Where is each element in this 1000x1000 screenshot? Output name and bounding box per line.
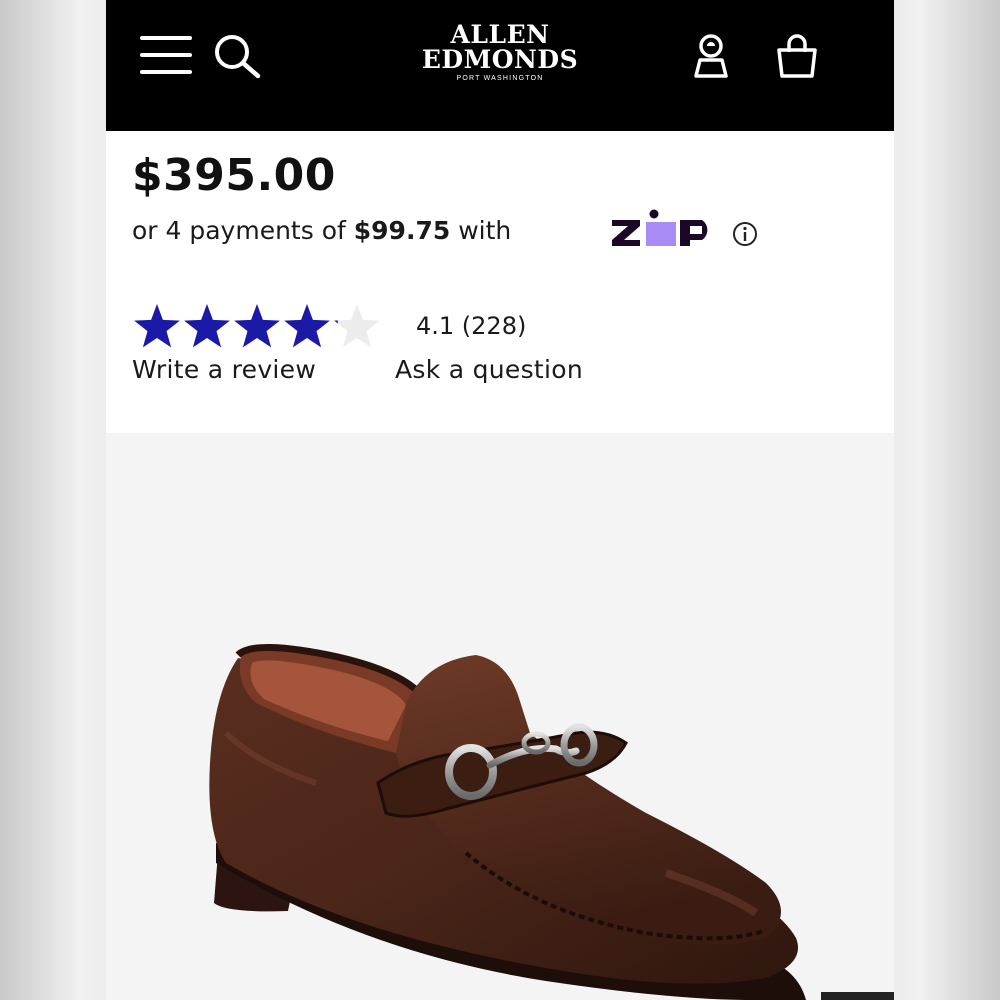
site-header: ALLEN EDMONDS PORT WASHINGTON: [106, 0, 894, 131]
star-filled: [134, 304, 180, 348]
product-image[interactable]: [106, 433, 894, 1000]
loafer-image: [209, 643, 806, 1000]
zip-logo[interactable]: [610, 208, 718, 250]
installment-prefix: or 4 payments of: [132, 216, 354, 245]
mobile-page: ALLEN EDMONDS PORT WASHINGTON $395.00 or…: [106, 0, 894, 1000]
account-icon[interactable]: [690, 34, 732, 80]
ask-question-link[interactable]: Ask a question: [395, 355, 583, 384]
brand-name-line2: EDMONDS: [421, 45, 579, 74]
carousel-indicator: [821, 992, 894, 1000]
brand-logo[interactable]: ALLEN EDMONDS PORT WASHINGTON: [400, 22, 600, 82]
brand-subtitle: PORT WASHINGTON: [456, 75, 544, 82]
info-icon[interactable]: [732, 221, 758, 247]
brand-name-line1: ALLEN: [450, 20, 550, 49]
installment-amount: $99.75: [353, 216, 451, 245]
product-price: $395.00: [132, 150, 336, 201]
rating-summary[interactable]: 4.1 (228): [416, 312, 526, 340]
write-review-link[interactable]: Write a review: [132, 355, 316, 384]
rating-stars: [134, 304, 380, 348]
installment-text: or 4 payments of $99.75 with: [132, 216, 511, 245]
shopping-bag-icon[interactable]: [774, 34, 820, 80]
star-filled: [284, 304, 330, 348]
hamburger-menu-icon[interactable]: [140, 36, 192, 76]
star-empty: [334, 304, 380, 348]
star-filled: [184, 304, 230, 348]
search-icon[interactable]: [212, 33, 262, 79]
star-filled: [234, 304, 280, 348]
installment-suffix: with: [450, 216, 512, 245]
